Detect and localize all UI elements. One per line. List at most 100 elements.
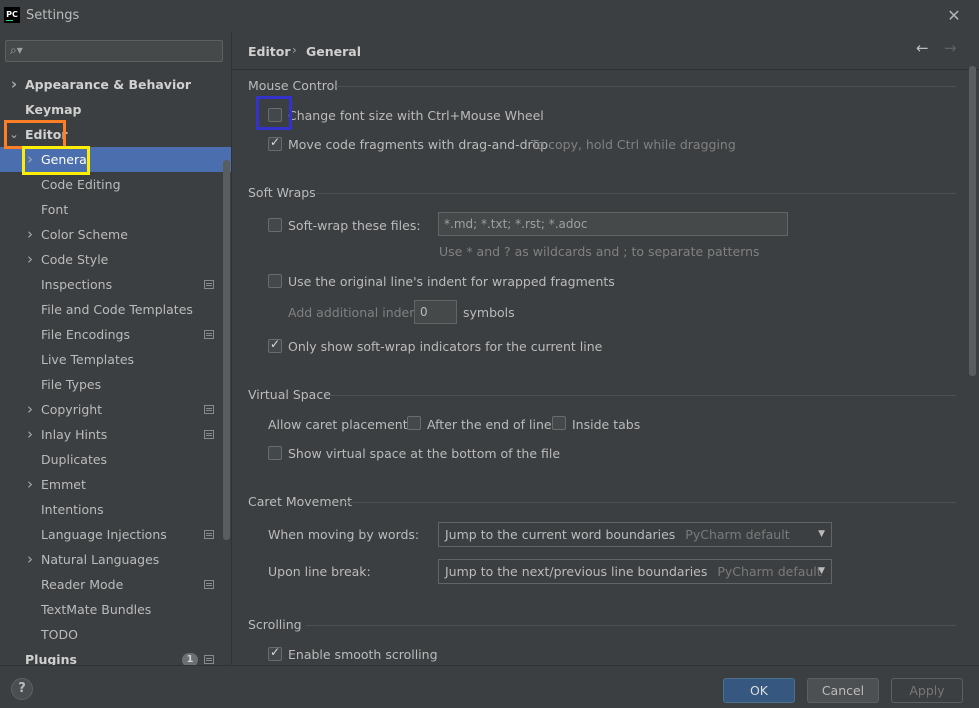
breadcrumb-separator-icon: ›: [292, 43, 297, 57]
cancel-button[interactable]: Cancel: [807, 678, 879, 703]
original-indent-label: Use the original line's indent for wrapp…: [288, 274, 615, 289]
search-icon: ⌕▾: [10, 43, 23, 57]
sidebar-item-inlay-hints[interactable]: › Inlay Hints: [0, 422, 231, 447]
show-virtual-space-checkbox[interactable]: [268, 446, 282, 460]
additional-indent-input[interactable]: 0: [414, 300, 457, 324]
checkbox-highlight-box: [256, 96, 292, 130]
sidebar-item-inspections[interactable]: Inspections: [0, 272, 231, 297]
sidebar-item-file-types[interactable]: File Types: [0, 372, 231, 397]
moving-by-words-value: Jump to the current word boundaries: [445, 527, 676, 542]
section-divider: [316, 193, 956, 194]
window-title: Settings: [26, 8, 80, 23]
sidebar-item-file-and-code-templates[interactable]: File and Code Templates: [0, 297, 231, 322]
back-arrow-icon[interactable]: ←: [916, 39, 929, 57]
sidebar-item-label: Plugins: [25, 652, 77, 665]
help-icon[interactable]: ?: [11, 678, 33, 700]
sidebar-item-font[interactable]: Font: [0, 197, 231, 222]
sidebar-item-reader-mode[interactable]: Reader Mode: [0, 572, 231, 597]
sidebar-item-label: Color Scheme: [41, 227, 128, 242]
chevron-right-icon[interactable]: ›: [24, 247, 36, 272]
chevron-right-icon[interactable]: ›: [24, 547, 36, 572]
smooth-scrolling-label: Enable smooth scrolling: [288, 647, 438, 662]
change-font-size-label: Change font size with Ctrl+Mouse Wheel: [288, 108, 544, 123]
chevron-right-icon[interactable]: ›: [24, 472, 36, 497]
drag-and-drop-hint: To copy, hold Ctrl while dragging: [531, 137, 736, 152]
section-mouse-control: Mouse Control: [248, 78, 338, 93]
chevron-right-icon[interactable]: ›: [24, 422, 36, 447]
sidebar-item-live-templates[interactable]: Live Templates: [0, 347, 231, 372]
section-divider: [336, 86, 956, 87]
forward-arrow-icon[interactable]: →: [944, 39, 957, 57]
sidebar-item-todo[interactable]: TODO: [0, 622, 231, 647]
section-divider: [328, 395, 956, 396]
soft-wrap-files-label: Soft-wrap these files:: [288, 218, 421, 233]
sidebar-item-label: Font: [41, 202, 69, 217]
sidebar-item-label: Copyright: [41, 402, 103, 417]
additional-indent-unit: symbols: [463, 305, 515, 320]
upon-line-break-value: Jump to the next/previous line boundarie…: [445, 564, 708, 579]
sidebar-item-label: Appearance & Behavior: [25, 77, 191, 92]
moving-by-words-label: When moving by words:: [268, 527, 420, 542]
sidebar-item-label: TextMate Bundles: [41, 602, 152, 617]
chevron-right-icon[interactable]: ›: [8, 72, 20, 97]
apply-button[interactable]: Apply: [891, 678, 963, 703]
sidebar-item-label: Natural Languages: [41, 552, 160, 567]
sidebar-item-intentions[interactable]: Intentions: [0, 497, 231, 522]
soft-wrap-files-checkbox[interactable]: [268, 218, 282, 232]
sidebar-item-label: TODO: [41, 627, 78, 642]
chevron-down-icon: ▼: [818, 529, 825, 539]
project-level-icon: [204, 330, 214, 339]
show-virtual-space-label: Show virtual space at the bottom of the …: [288, 446, 561, 461]
sidebar-item-label: File Types: [41, 377, 102, 392]
original-indent-checkbox[interactable]: [268, 274, 282, 288]
sidebar-item-plugins[interactable]: Plugins 1: [0, 647, 231, 665]
sidebar-item-label: Reader Mode: [41, 577, 124, 592]
sidebar-item-label: File and Code Templates: [41, 302, 193, 317]
sidebar-item-appearance-behavior[interactable]: › Appearance & Behavior: [0, 72, 231, 97]
close-icon[interactable]: ✕: [944, 6, 964, 26]
upon-line-break-default: PyCharm default: [717, 564, 822, 579]
chevron-right-icon[interactable]: ›: [24, 222, 36, 247]
after-end-of-line-label: After the end of line: [427, 417, 552, 432]
section-divider: [306, 625, 956, 626]
moving-by-words-default: PyCharm default: [685, 527, 790, 542]
section-soft-wraps: Soft Wraps: [248, 185, 316, 200]
breadcrumb-editor[interactable]: Editor: [248, 44, 291, 59]
sidebar-item-label: Keymap: [25, 102, 82, 117]
additional-indent-label: Add additional indent:: [288, 305, 427, 320]
sidebar-item-duplicates[interactable]: Duplicates: [0, 447, 231, 472]
upon-line-break-label: Upon line break:: [268, 564, 371, 579]
inside-tabs-label: Inside tabs: [572, 417, 641, 432]
sidebar-item-file-encodings[interactable]: File Encodings: [0, 322, 231, 347]
ok-button[interactable]: OK: [723, 678, 795, 703]
moving-by-words-dropdown[interactable]: Jump to the current word boundaries PyCh…: [438, 522, 832, 547]
sidebar-item-label: Code Editing: [41, 177, 121, 192]
sidebar-item-copyright[interactable]: › Copyright: [0, 397, 231, 422]
drag-and-drop-label: Move code fragments with drag-and-drop: [288, 137, 549, 152]
upon-line-break-dropdown[interactable]: Jump to the next/previous line boundarie…: [438, 559, 832, 584]
content-scrollbar[interactable]: [969, 66, 976, 376]
sidebar-scrollbar[interactable]: [223, 160, 230, 540]
soft-wrap-patterns-input[interactable]: *.md; *.txt; *.rst; *.adoc: [438, 212, 788, 236]
sidebar-item-color-scheme[interactable]: › Color Scheme: [0, 222, 231, 247]
after-end-of-line-checkbox[interactable]: [407, 416, 421, 430]
section-divider: [344, 502, 956, 503]
sidebar-item-code-style[interactable]: › Code Style: [0, 247, 231, 272]
drag-and-drop-checkbox[interactable]: [268, 135, 282, 151]
chevron-right-icon[interactable]: ›: [24, 397, 36, 422]
breadcrumb-general: General: [306, 44, 361, 59]
project-level-icon: [204, 580, 214, 589]
sidebar-item-natural-languages[interactable]: › Natural Languages: [0, 547, 231, 572]
only-current-line-checkbox[interactable]: [268, 337, 282, 353]
project-level-icon: [204, 655, 214, 664]
sidebar-item-label: Intentions: [41, 502, 104, 517]
inside-tabs-checkbox[interactable]: [552, 416, 566, 430]
search-input[interactable]: ⌕▾: [5, 40, 223, 62]
general-highlight-box: [22, 146, 90, 175]
sidebar-item-keymap[interactable]: Keymap: [0, 97, 231, 122]
sidebar-item-emmet[interactable]: › Emmet: [0, 472, 231, 497]
sidebar-item-textmate-bundles[interactable]: TextMate Bundles: [0, 597, 231, 622]
smooth-scrolling-checkbox[interactable]: [268, 645, 282, 661]
sidebar-item-language-injections[interactable]: Language Injections: [0, 522, 231, 547]
sidebar-item-code-editing[interactable]: Code Editing: [0, 172, 231, 197]
